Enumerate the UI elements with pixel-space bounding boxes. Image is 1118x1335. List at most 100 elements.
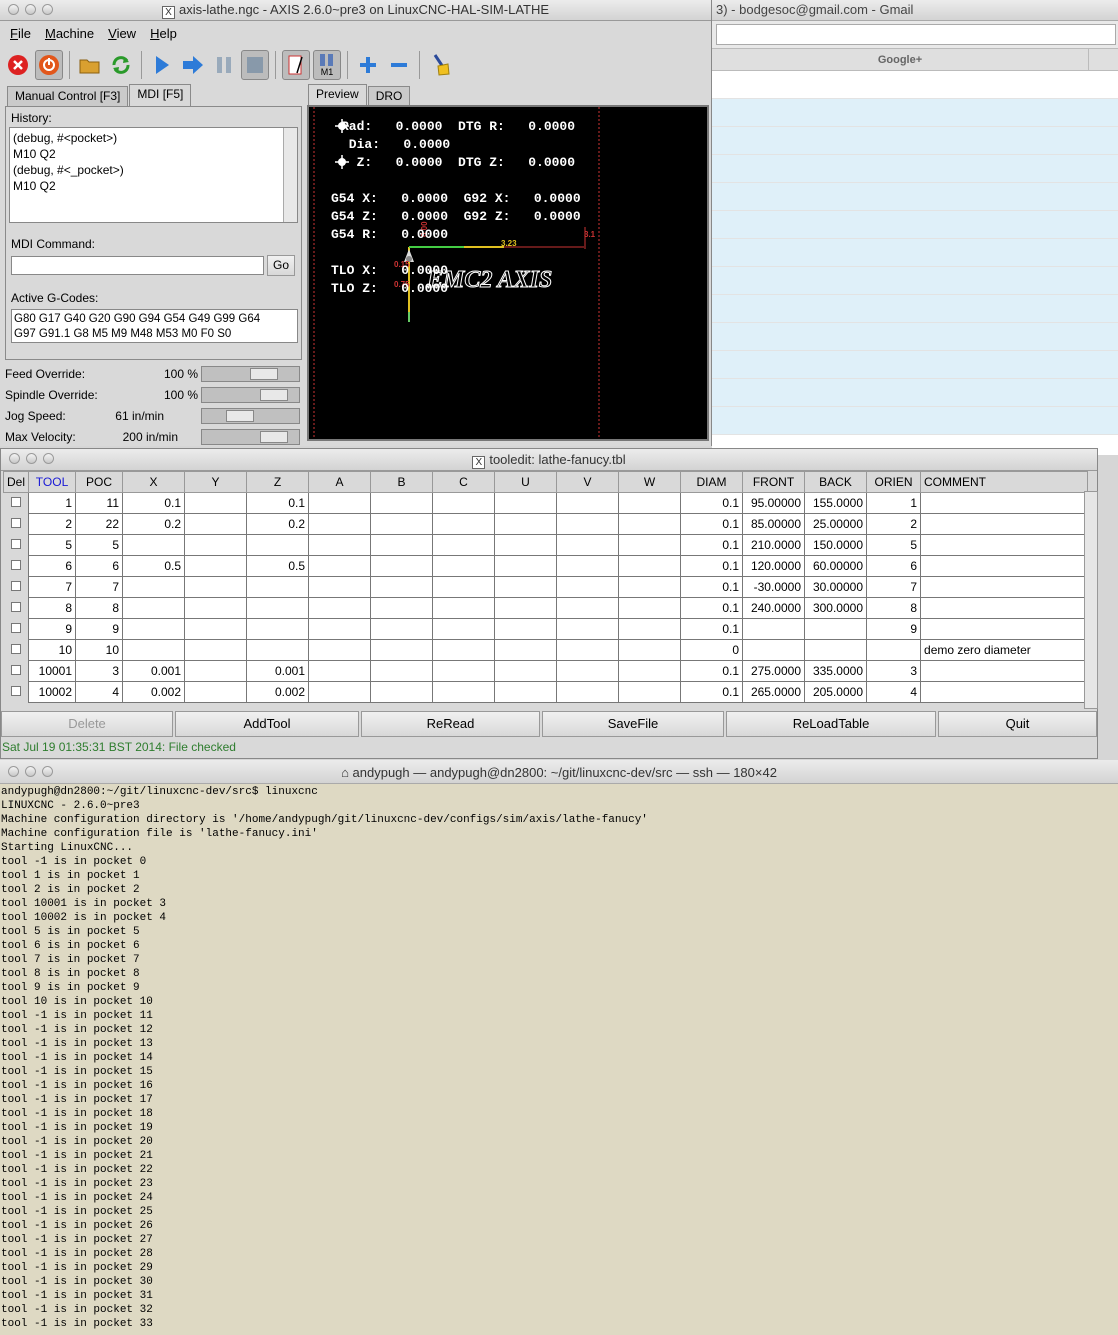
- table-cell[interactable]: [920, 534, 1089, 556]
- table-cell[interactable]: [742, 639, 806, 661]
- table-cell[interactable]: [920, 618, 1089, 640]
- table-cell[interactable]: 6: [866, 555, 922, 577]
- table-cell[interactable]: 0.1: [680, 576, 744, 598]
- table-cell[interactable]: 9: [75, 618, 124, 640]
- table-cell[interactable]: 240.0000: [742, 597, 806, 619]
- table-cell[interactable]: [618, 681, 682, 703]
- mdi-command-input[interactable]: [11, 256, 264, 275]
- delete-button[interactable]: Delete: [1, 711, 173, 737]
- tab-manual-control[interactable]: Manual Control [F3]: [7, 86, 129, 106]
- history-item[interactable]: M10 Q2: [13, 178, 124, 194]
- table-cell[interactable]: [556, 639, 620, 661]
- history-item[interactable]: (debug, #<_pocket>): [13, 162, 124, 178]
- table-cell[interactable]: [184, 639, 248, 661]
- table-cell[interactable]: [308, 597, 372, 619]
- reload-table-button[interactable]: ReLoadTable: [726, 711, 936, 737]
- table-cell[interactable]: 120.0000: [742, 555, 806, 577]
- table-cell[interactable]: [122, 597, 186, 619]
- table-cell[interactable]: [494, 555, 558, 577]
- delete-checkbox[interactable]: [4, 556, 29, 577]
- table-cell[interactable]: [556, 534, 620, 556]
- table-cell[interactable]: [432, 618, 496, 640]
- table-cell[interactable]: [308, 639, 372, 661]
- table-cell[interactable]: 3: [75, 660, 124, 682]
- table-cell[interactable]: [246, 618, 310, 640]
- column-header-comment[interactable]: COMMENT: [920, 471, 1089, 493]
- table-cell[interactable]: 6: [28, 555, 77, 577]
- column-header-del[interactable]: Del: [2, 471, 30, 493]
- tab-preview[interactable]: Preview: [308, 84, 367, 106]
- table-cell[interactable]: [920, 660, 1089, 682]
- stop-icon[interactable]: [241, 50, 269, 80]
- table-cell[interactable]: [184, 681, 248, 703]
- table-cell[interactable]: [370, 576, 434, 598]
- add-tool-button[interactable]: AddTool: [175, 711, 359, 737]
- delete-checkbox[interactable]: [4, 661, 29, 682]
- table-cell[interactable]: 5: [866, 534, 922, 556]
- estop-icon[interactable]: [4, 50, 32, 80]
- delete-checkbox[interactable]: [4, 682, 29, 703]
- table-cell[interactable]: 0.1: [680, 513, 744, 535]
- delete-checkbox[interactable]: [4, 514, 29, 535]
- table-cell[interactable]: [370, 534, 434, 556]
- table-cell[interactable]: 2: [866, 513, 922, 535]
- table-cell[interactable]: 30.00000: [804, 576, 868, 598]
- table-cell[interactable]: 1: [866, 492, 922, 514]
- table-cell[interactable]: [184, 492, 248, 514]
- table-cell[interactable]: 300.0000: [804, 597, 868, 619]
- table-cell[interactable]: [556, 618, 620, 640]
- zoom-in-icon[interactable]: [354, 50, 382, 80]
- table-cell[interactable]: [246, 597, 310, 619]
- column-header-v[interactable]: V: [556, 471, 620, 493]
- table-cell[interactable]: [920, 555, 1089, 577]
- table-cell[interactable]: [432, 492, 496, 514]
- pause-icon[interactable]: [210, 50, 238, 80]
- table-cell[interactable]: [184, 576, 248, 598]
- table-cell[interactable]: [370, 513, 434, 535]
- table-cell[interactable]: [308, 555, 372, 577]
- table-cell[interactable]: [866, 639, 922, 661]
- table-cell[interactable]: [184, 555, 248, 577]
- table-cell[interactable]: 0.001: [246, 660, 310, 682]
- table-cell[interactable]: [432, 639, 496, 661]
- table-cell[interactable]: 10: [75, 639, 124, 661]
- table-cell[interactable]: 95.00000: [742, 492, 806, 514]
- table-cell[interactable]: 0.1: [680, 492, 744, 514]
- table-cell[interactable]: 5: [28, 534, 77, 556]
- run-icon[interactable]: [148, 50, 176, 80]
- jog-speed-slider[interactable]: [201, 408, 300, 424]
- table-cell[interactable]: [184, 660, 248, 682]
- save-file-button[interactable]: SaveFile: [542, 711, 724, 737]
- table-cell[interactable]: [370, 597, 434, 619]
- table-cell[interactable]: 8: [28, 597, 77, 619]
- delete-checkbox[interactable]: [4, 493, 29, 514]
- table-cell[interactable]: [556, 492, 620, 514]
- history-list[interactable]: (debug, #<pocket>) M10 Q2 (debug, #<_poc…: [9, 127, 298, 223]
- table-cell[interactable]: 7: [28, 576, 77, 598]
- table-cell[interactable]: [804, 639, 868, 661]
- table-cell[interactable]: [246, 534, 310, 556]
- table-cell[interactable]: 2: [28, 513, 77, 535]
- table-cell[interactable]: [246, 639, 310, 661]
- column-header-c[interactable]: C: [432, 471, 496, 493]
- delete-checkbox[interactable]: [4, 619, 29, 640]
- column-header-y[interactable]: Y: [184, 471, 248, 493]
- table-cell[interactable]: [556, 576, 620, 598]
- column-header-x[interactable]: X: [122, 471, 186, 493]
- menu-file[interactable]: File: [10, 26, 31, 42]
- table-cell[interactable]: [432, 660, 496, 682]
- history-item[interactable]: (debug, #<pocket>): [13, 130, 124, 146]
- table-cell[interactable]: [432, 681, 496, 703]
- table-cell[interactable]: [308, 618, 372, 640]
- quit-button[interactable]: Quit: [938, 711, 1097, 737]
- table-cell[interactable]: [432, 555, 496, 577]
- table-cell[interactable]: 155.0000: [804, 492, 868, 514]
- tool-table-scrollbar[interactable]: [1084, 491, 1098, 709]
- table-cell[interactable]: [370, 492, 434, 514]
- menu-view[interactable]: View: [108, 26, 136, 42]
- spindle-override-thumb[interactable]: [260, 389, 288, 401]
- terminal-titlebar[interactable]: ⌂ andypugh — andypugh@dn2800: ~/git/linu…: [0, 760, 1118, 784]
- table-cell[interactable]: [920, 492, 1089, 514]
- step-icon[interactable]: [179, 50, 207, 80]
- max-velocity-thumb[interactable]: [260, 431, 288, 443]
